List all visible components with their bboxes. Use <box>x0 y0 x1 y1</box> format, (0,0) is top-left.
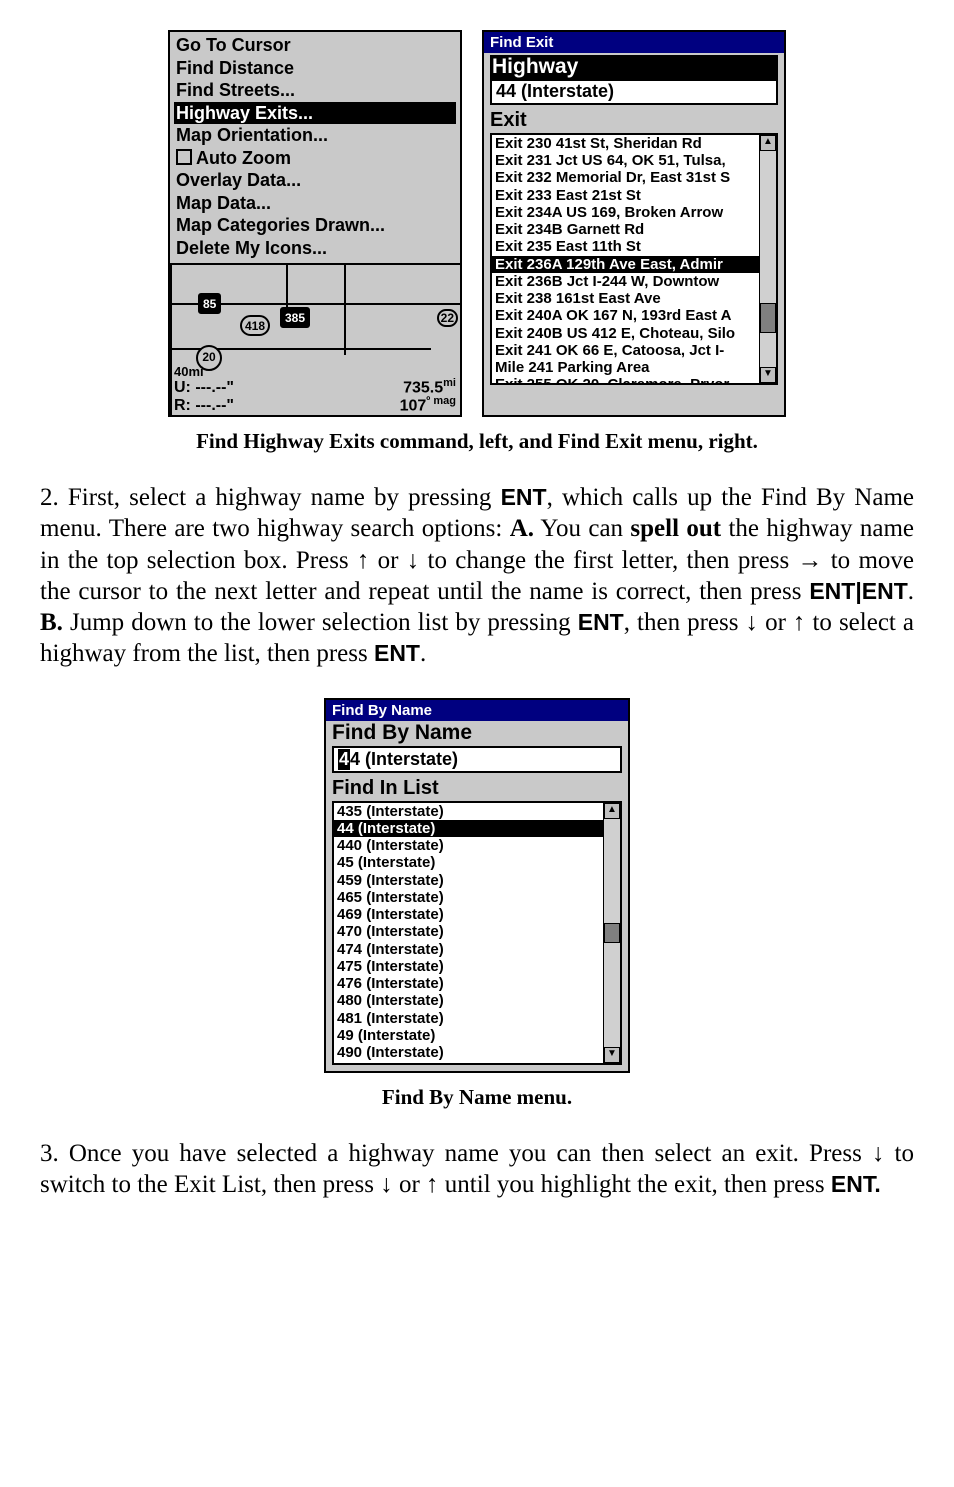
scroll-thumb[interactable] <box>760 303 776 333</box>
map-bearing: 107º mag <box>400 395 456 415</box>
menu-item[interactable]: Find Streets... <box>176 79 454 102</box>
paragraph-3: 3. Once you have selected a highway name… <box>40 1138 914 1201</box>
menu-item-label: Find Streets... <box>176 80 295 100</box>
menu-item-label: Delete My Icons... <box>176 238 327 258</box>
exit-row[interactable]: Exit 234B Garnett Rd <box>492 221 760 238</box>
menu-item-label: Find Distance <box>176 58 294 78</box>
find-by-name-heading: Find By Name <box>326 721 628 746</box>
exit-row[interactable]: Exit 233 East 21st St <box>492 187 760 204</box>
exit-row[interactable]: Exit 241 OK 66 E, Catoosa, Jct I- <box>492 342 760 359</box>
menu-item[interactable]: Auto Zoom <box>176 147 454 170</box>
exit-row[interactable]: Exit 240B US 412 E, Choteau, Silo <box>492 325 760 342</box>
find-by-name-titlebar: Find By Name <box>326 700 628 721</box>
exit-row[interactable]: Exit 240A OK 167 N, 193rd East A <box>492 307 760 324</box>
menu-item-label: Overlay Data... <box>176 170 301 190</box>
exit-label: Exit <box>484 109 784 133</box>
caption-1: Find Highway Exits command, left, and Fi… <box>40 429 914 454</box>
list-row[interactable]: 45 (Interstate) <box>334 854 604 871</box>
menu-item-label: Map Categories Drawn... <box>176 215 385 235</box>
exit-row[interactable]: Exit 234A US 169, Broken Arrow <box>492 204 760 221</box>
list-row[interactable]: 474 (Interstate) <box>334 941 604 958</box>
menu-item[interactable]: Map Categories Drawn... <box>176 214 454 237</box>
scroll-thumb[interactable] <box>604 923 620 943</box>
menu-item[interactable]: Go To Cursor <box>176 34 454 57</box>
find-by-name-screen: Find By Name Find By Name 44 (Interstate… <box>324 698 630 1073</box>
find-by-name-input[interactable]: 44 (Interstate) <box>332 746 622 773</box>
input-cursor: 4 <box>338 749 350 770</box>
paragraph-2: 2. First, select a highway name by press… <box>40 482 914 670</box>
list-row[interactable]: 440 (Interstate) <box>334 837 604 854</box>
find-in-list-label: Find In List <box>326 777 628 801</box>
exit-row[interactable]: Exit 230 41st St, Sheridan Rd <box>492 135 760 152</box>
menu-item[interactable]: Highway Exits... <box>174 102 456 125</box>
menu-item-label: Map Data... <box>176 193 271 213</box>
find-in-list-box[interactable]: 435 (Interstate)44 (Interstate)440 (Inte… <box>332 801 622 1065</box>
exit-row[interactable]: Exit 236A 129th Ave East, Admir <box>492 256 760 273</box>
list-row[interactable]: 490 (Interstate) <box>334 1044 604 1061</box>
exit-row[interactable]: Exit 236B Jct I-244 W, Downtow <box>492 273 760 290</box>
caption-2: Find By Name menu. <box>40 1085 914 1110</box>
shield-418: 418 <box>240 315 270 336</box>
exit-row[interactable]: Exit 238 161st East Ave <box>492 290 760 307</box>
list-row[interactable]: 459 (Interstate) <box>334 872 604 889</box>
menu-item-label: Highway Exits... <box>176 103 313 123</box>
scroll-down-icon[interactable]: ▼ <box>604 1047 620 1063</box>
list-row[interactable]: 465 (Interstate) <box>334 889 604 906</box>
list-row[interactable]: 49 (Interstate) <box>334 1027 604 1044</box>
exit-row[interactable]: Exit 232 Memorial Dr, East 31st S <box>492 169 760 186</box>
exit-scrollbar[interactable]: ▲ ▼ <box>759 135 776 383</box>
list-row[interactable]: 44 (Interstate) <box>334 820 604 837</box>
scroll-down-icon[interactable]: ▼ <box>760 367 776 383</box>
menu-item[interactable]: Map Orientation... <box>176 124 454 147</box>
left-screen: Go To Cursor Find DistanceFind Streets...… <box>168 30 462 417</box>
fbn-scrollbar[interactable]: ▲ ▼ <box>603 803 620 1063</box>
exit-row[interactable]: Exit 255 OK 20, Claremore, Pryor <box>492 376 760 385</box>
menu-item[interactable]: Delete My Icons... <box>176 237 454 260</box>
scroll-up-icon[interactable]: ▲ <box>604 803 620 819</box>
menu-item[interactable]: Map Data... <box>176 192 454 215</box>
menu-item[interactable]: Overlay Data... <box>176 169 454 192</box>
list-row[interactable]: 480 (Interstate) <box>334 992 604 1009</box>
highway-selection[interactable]: 44 (Interstate) <box>490 79 778 105</box>
map-r: R: ---.--" <box>174 397 234 415</box>
highway-label[interactable]: Highway <box>490 55 778 79</box>
shield-85: 85 <box>198 293 221 314</box>
list-row[interactable]: 435 (Interstate) <box>334 803 604 820</box>
exit-row[interactable]: Mile 241 Parking Area <box>492 359 760 376</box>
map-u: U: ---.--" <box>174 379 234 397</box>
list-row[interactable]: 475 (Interstate) <box>334 958 604 975</box>
list-row[interactable]: 481 (Interstate) <box>334 1010 604 1027</box>
menu-item[interactable]: Find Distance <box>176 57 454 80</box>
exit-row[interactable]: Exit 231 Jct US 64, OK 51, Tulsa, <box>492 152 760 169</box>
list-row[interactable]: 476 (Interstate) <box>334 975 604 992</box>
list-row[interactable]: 469 (Interstate) <box>334 906 604 923</box>
map-panel: 85 385 418 20 22 40mi U: ---.--" R: ---.… <box>170 263 460 415</box>
list-row[interactable]: 470 (Interstate) <box>334 923 604 940</box>
menu-item-label: Map Orientation... <box>176 125 328 145</box>
scroll-up-icon[interactable]: ▲ <box>760 135 776 151</box>
checkbox-icon[interactable] <box>176 149 192 165</box>
find-exit-titlebar: Find Exit <box>484 32 784 53</box>
menu-item-label: Go To Cursor <box>176 35 291 55</box>
find-exit-screen: Find Exit Highway 44 (Interstate) Exit E… <box>482 30 786 417</box>
exit-row[interactable]: Exit 235 East 11th St <box>492 238 760 255</box>
map-scale: 40mi <box>174 364 204 379</box>
shield-22: 22 <box>437 309 458 327</box>
menu-item-label: Auto Zoom <box>196 148 291 168</box>
map-menu: Go To Cursor Find DistanceFind Streets...… <box>170 32 460 263</box>
exit-listbox[interactable]: Exit 230 41st St, Sheridan RdExit 231 Jc… <box>490 133 778 385</box>
shield-385: 385 <box>280 307 310 328</box>
